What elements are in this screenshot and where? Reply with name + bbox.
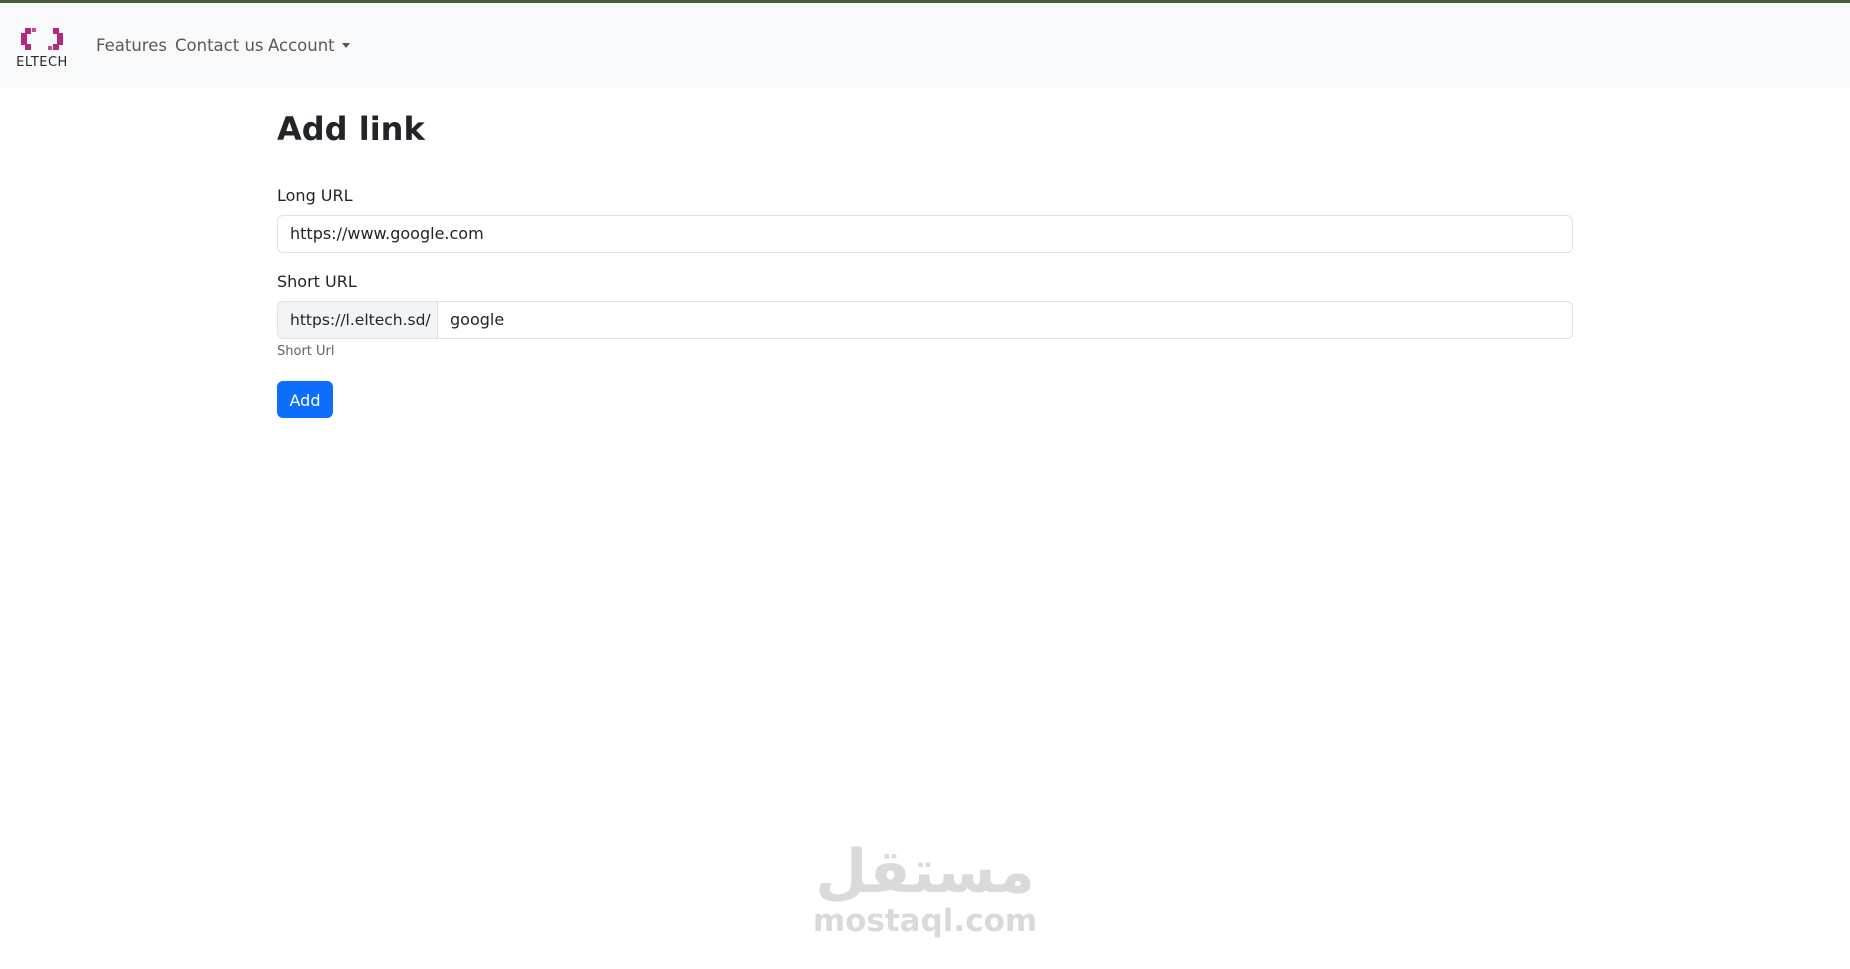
add-button[interactable]: Add (277, 381, 333, 418)
long-url-label: Long URL (277, 186, 353, 205)
short-url-input[interactable]: google (437, 301, 1573, 339)
navbar: ELTECH Features Contact us Account (0, 3, 1850, 88)
page-title: Add link (277, 110, 425, 148)
brand-name: ELTECH (16, 55, 68, 70)
nav-features-link[interactable]: Features (96, 36, 167, 55)
brand-logo[interactable]: ELTECH (11, 24, 73, 70)
nav-account-label: Account (268, 36, 335, 55)
watermark: مستقل mostaql.com (800, 840, 1050, 950)
watermark-latin: mostaql.com (812, 903, 1038, 939)
nav-contact-link[interactable]: Contact us (175, 36, 264, 55)
long-url-input[interactable]: https://www.google.com (277, 215, 1573, 253)
short-url-label: Short URL (277, 272, 357, 291)
eltech-logo-icon (21, 28, 63, 50)
caret-down-icon (341, 43, 350, 48)
short-url-prefix: https://l.eltech.sd/ (277, 301, 438, 339)
short-url-help-text: Short Url (277, 344, 335, 359)
watermark-arabic: مستقل (815, 837, 1035, 907)
nav-account-dropdown[interactable]: Account (268, 36, 350, 55)
